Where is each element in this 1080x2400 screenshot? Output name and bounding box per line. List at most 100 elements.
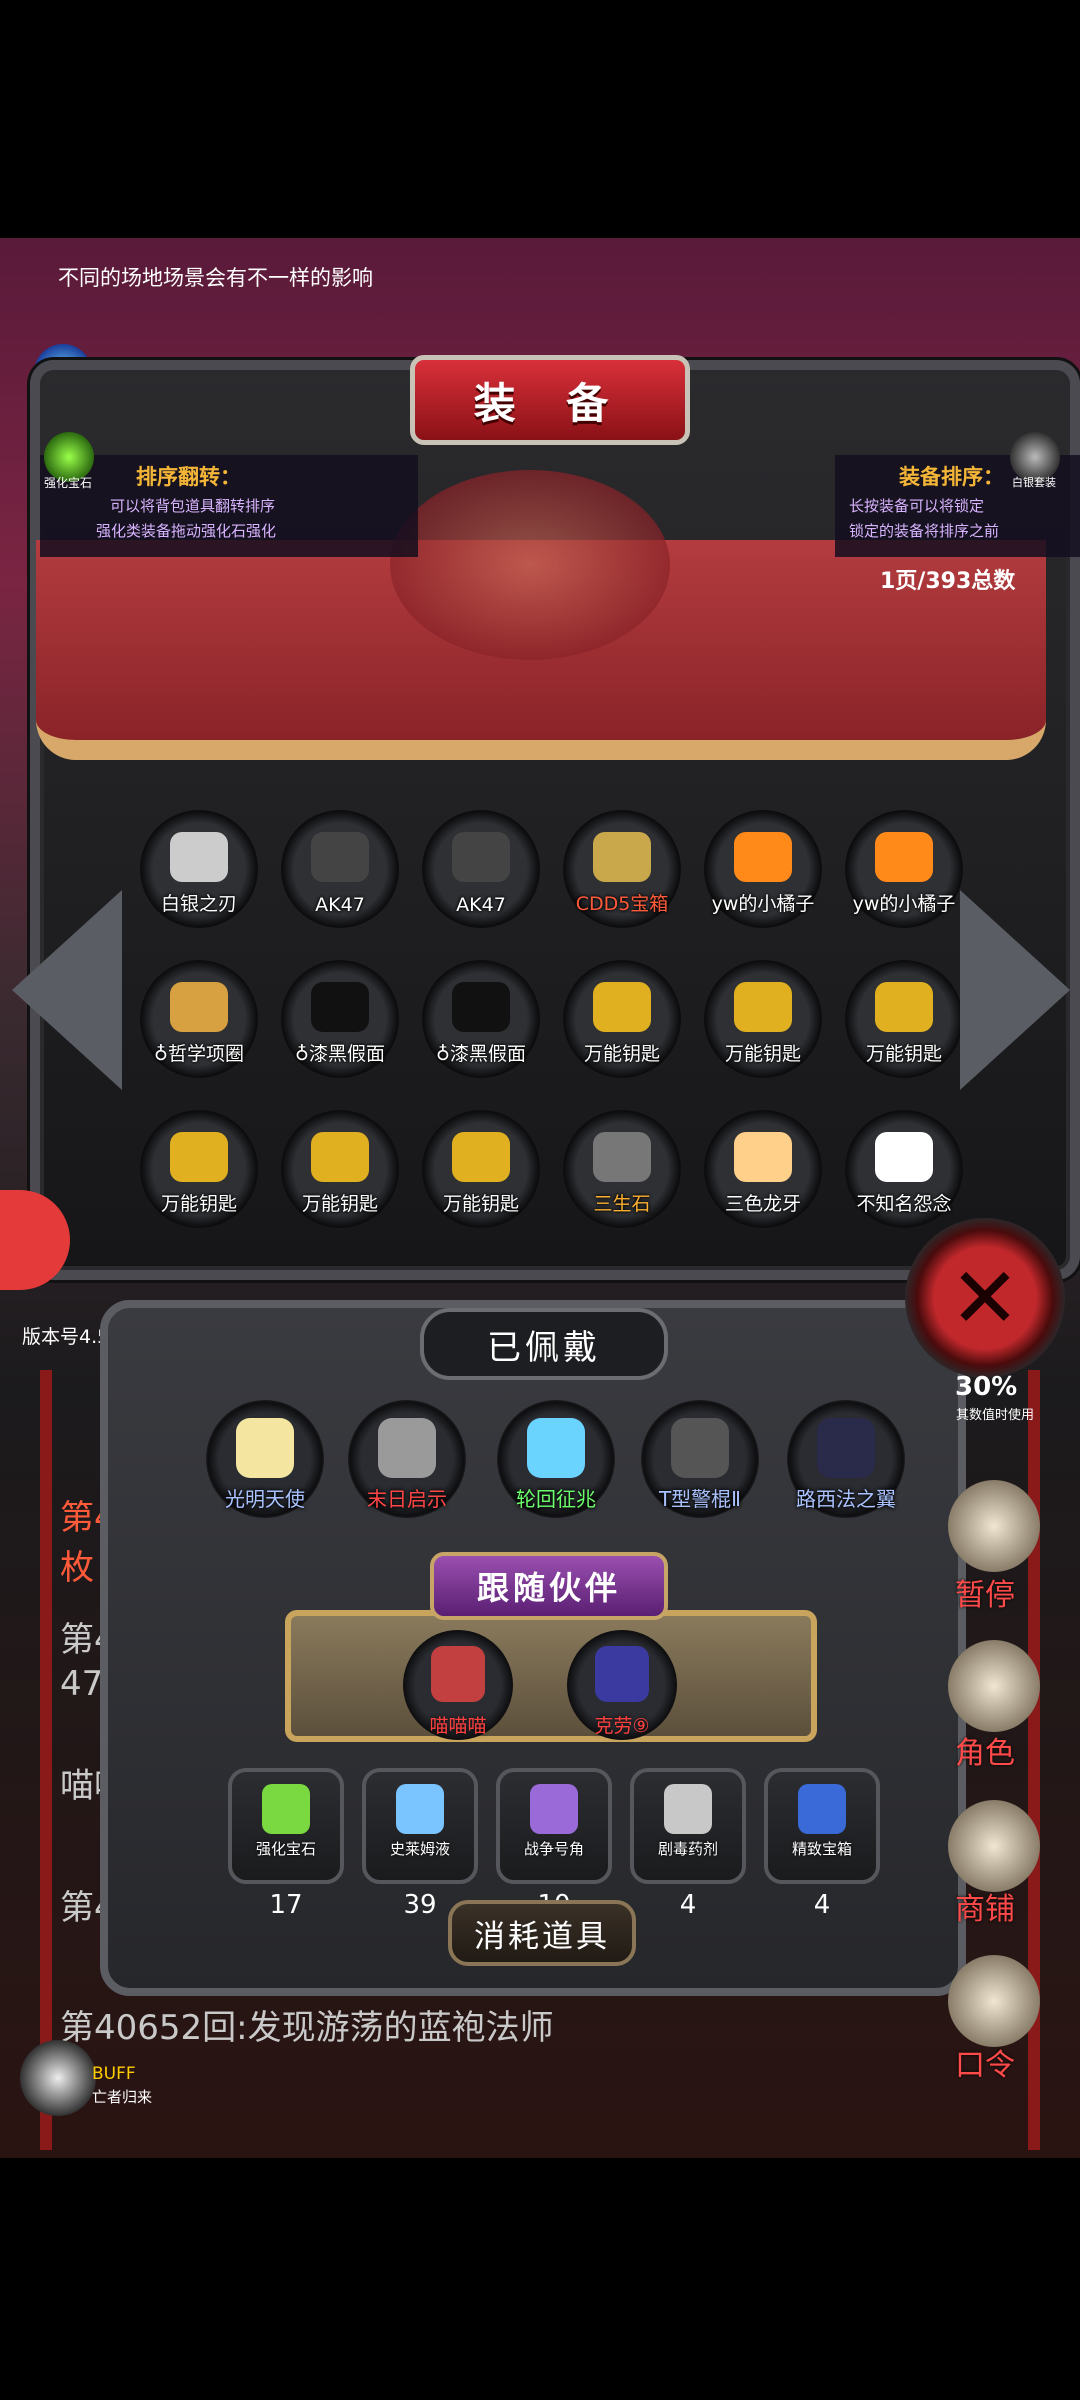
consumable-label: 精致宝箱 — [791, 1840, 852, 1858]
equipped-label: 轮回征兆 — [516, 1487, 596, 1511]
item-label: ♁漆黑假面 — [436, 1043, 526, 1065]
item-icon — [875, 982, 933, 1032]
buff-subtitle: 亡者归来 — [92, 2088, 153, 2106]
inventory-slot[interactable]: CDD5宝箱 — [563, 810, 681, 928]
consumable-icon — [262, 1784, 310, 1834]
companion-label: 喵喵喵 — [429, 1715, 487, 1737]
consumable-label: 剧毒药剂 — [657, 1840, 718, 1858]
inventory-slot[interactable]: 万能钥匙 — [563, 960, 681, 1078]
consumable-slot[interactable]: 强化宝石 17 — [228, 1768, 344, 1920]
equipment-sort-line: 长按装备可以将锁定 — [849, 497, 985, 515]
consumable-slot[interactable]: 精致宝箱 4 — [764, 1768, 880, 1920]
password-label[interactable]: 口令 — [955, 2040, 1015, 2084]
inventory-slot[interactable]: 万能钥匙 — [704, 960, 822, 1078]
item-label: 不知名怨念 — [856, 1193, 952, 1215]
inventory-slot[interactable]: AK47 — [422, 810, 540, 928]
item-label: ♁哲学项圈 — [154, 1043, 244, 1065]
skull-icon[interactable] — [20, 2040, 96, 2116]
inventory-slot[interactable]: 万能钥匙 — [845, 960, 963, 1078]
companion-slot[interactable]: 克劳⑨ — [567, 1630, 677, 1740]
inventory-slot[interactable]: 三色龙牙 — [704, 1110, 822, 1228]
item-label: 万能钥匙 — [160, 1193, 237, 1215]
item-label: 万能钥匙 — [865, 1043, 942, 1065]
inventory-slot[interactable]: ♁漆黑假面 — [281, 960, 399, 1078]
companion-title: 跟随伙伴 — [430, 1552, 668, 1620]
consumable-slot[interactable]: 史莱姆液 39 — [362, 1768, 478, 1920]
buff-label: BUFF — [92, 2064, 136, 2084]
equipped-slot[interactable]: T型警棍Ⅱ — [641, 1400, 759, 1518]
inventory-slot[interactable]: 三生石 — [563, 1110, 681, 1228]
scroll-icon[interactable] — [948, 1955, 1040, 2047]
inventory-slot[interactable]: ♁哲学项圈 — [140, 960, 258, 1078]
consumable-count: 17 — [269, 1890, 303, 1920]
inventory-slot[interactable]: 万能钥匙 — [281, 1110, 399, 1228]
item-label: 万能钥匙 — [442, 1193, 519, 1215]
item-icon — [593, 1132, 651, 1182]
log-border — [40, 1370, 52, 2150]
item-label: yw的小橘子 — [852, 893, 956, 915]
equipped-slot[interactable]: 光明天使 — [206, 1400, 324, 1518]
consumable-label: 史莱姆液 — [389, 1840, 450, 1858]
uses-value: 30% — [955, 1372, 1018, 1402]
pause-label[interactable]: 暂停 — [955, 1570, 1015, 1614]
consumable-icon — [396, 1784, 444, 1834]
shop-label[interactable]: 商铺 — [955, 1884, 1015, 1928]
sort-flip-title: 排序翻转： — [136, 465, 241, 489]
crossed-swords-emblem-icon — [390, 470, 670, 660]
item-icon — [170, 982, 228, 1032]
inventory-slot[interactable]: AK47 — [281, 810, 399, 928]
consumable-icon — [664, 1784, 712, 1834]
item-icon — [311, 1132, 369, 1182]
companion-label: 克劳⑨ — [594, 1715, 650, 1737]
sort-flip-line: 强化类装备拖动强化石强化 — [96, 522, 277, 540]
inventory-slot[interactable]: ♁漆黑假面 — [422, 960, 540, 1078]
equipped-slot[interactable]: 轮回征兆 — [497, 1400, 615, 1518]
next-page-arrow-icon[interactable] — [960, 890, 1070, 1090]
item-icon — [452, 832, 510, 882]
inventory-slot[interactable]: 白银之刃 — [140, 810, 258, 928]
item-label: 万能钥匙 — [583, 1043, 660, 1065]
inventory-slot[interactable]: 万能钥匙 — [422, 1110, 540, 1228]
enhance-gem-label: 强化宝石 — [44, 476, 93, 490]
role-label[interactable]: 角色 — [955, 1728, 1015, 1772]
consumable-slot[interactable]: 战争号角10 — [496, 1768, 612, 1920]
equipped-slot[interactable]: 路西法之翼 — [787, 1400, 905, 1518]
item-icon — [170, 832, 228, 882]
item-label: AK47 — [456, 894, 506, 916]
equipment-icon — [236, 1418, 294, 1478]
dice-icon[interactable] — [948, 1480, 1040, 1572]
companion-slot[interactable]: 喵喵喵 — [403, 1630, 513, 1740]
item-icon — [734, 832, 792, 882]
item-icon — [311, 982, 369, 1032]
close-icon[interactable]: ✕ — [905, 1218, 1065, 1378]
companion-icon — [595, 1646, 649, 1702]
inventory-slot[interactable]: yw的小橘子 — [845, 810, 963, 928]
page-counter: 1页/393总数 — [880, 569, 1016, 594]
equipment-icon — [817, 1418, 875, 1478]
bottom-bar — [0, 2158, 1080, 2400]
character-icon[interactable] — [948, 1640, 1040, 1732]
equipped-slot[interactable]: 末日启示 — [348, 1400, 466, 1518]
prev-page-arrow-icon[interactable] — [12, 890, 122, 1090]
sort-flip-line: 可以将背包道具翻转排序 — [110, 497, 276, 515]
item-icon — [311, 832, 369, 882]
log-line: 第40652回:发现游荡的蓝袍法师 — [60, 2008, 554, 2048]
item-label: 三色龙牙 — [724, 1193, 801, 1215]
item-label: AK47 — [315, 894, 365, 916]
equipment-icon — [527, 1418, 585, 1478]
item-label: 三生石 — [593, 1193, 651, 1215]
inventory-slot[interactable]: 万能钥匙 — [140, 1110, 258, 1228]
consumable-icon — [530, 1784, 578, 1834]
top-bar — [0, 0, 1080, 238]
consumable-slot[interactable]: 剧毒药剂 4 — [630, 1768, 746, 1920]
consumable-icon — [798, 1784, 846, 1834]
inventory-slot[interactable]: 不知名怨念 — [845, 1110, 963, 1228]
companion-frame — [285, 1610, 817, 1742]
equipped-label: T型警棍Ⅱ — [658, 1487, 742, 1511]
inventory-slot[interactable]: yw的小橘子 — [704, 810, 822, 928]
sort-flip-info[interactable]: 排序翻转： 可以将背包道具翻转排序 强化类装备拖动强化石强化 — [40, 455, 418, 557]
shop-icon[interactable] — [948, 1800, 1040, 1892]
consumable-label: 战争号角 — [523, 1840, 584, 1858]
silver-set-label: 白银套装 — [1012, 476, 1056, 489]
log-line: 枚 — [60, 1548, 94, 1588]
